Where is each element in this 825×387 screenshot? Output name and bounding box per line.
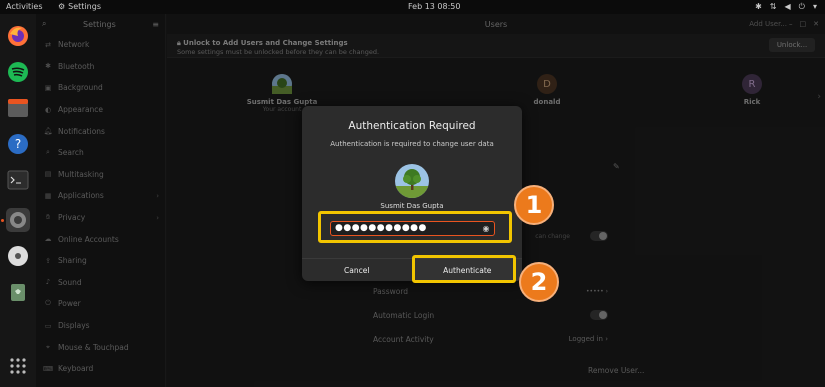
app-menu-label: Settings: [68, 2, 101, 11]
gear-icon: ⚙: [58, 2, 66, 11]
terminal-icon[interactable]: [6, 168, 30, 192]
disc-icon[interactable]: [6, 244, 30, 268]
settings-icon[interactable]: [6, 208, 30, 232]
highlight-authenticate: [412, 255, 516, 283]
dock: ?: [0, 14, 36, 387]
system-tray[interactable]: ✱ ⇅ ◀ ⏻ ▾: [755, 2, 817, 12]
help-icon[interactable]: ?: [6, 132, 30, 156]
dialog-title: Authentication Required: [348, 120, 476, 132]
power-icon: ⏻: [798, 2, 805, 11]
network-icon: ⇅: [769, 2, 777, 11]
highlight-password: [318, 211, 512, 243]
svg-text:?: ?: [15, 137, 21, 151]
top-bar: Activities ⚙ Settings Feb 13 08:50 ✱ ⇅ ◀…: [0, 0, 825, 14]
spotify-icon[interactable]: [6, 60, 30, 84]
active-indicator: [1, 219, 4, 222]
trash-icon[interactable]: [6, 280, 30, 304]
step-badge-2: 2: [519, 262, 559, 302]
user-avatar: [395, 164, 429, 198]
activities-button[interactable]: Activities: [6, 2, 43, 11]
dialog-username: Susmit Das Gupta: [380, 202, 444, 210]
clock[interactable]: Feb 13 08:50: [408, 2, 460, 11]
cancel-button[interactable]: Cancel: [302, 259, 413, 281]
files-icon[interactable]: [6, 96, 30, 120]
step-badge-1: 1: [514, 185, 554, 225]
dialog-message: Authentication is required to change use…: [330, 140, 494, 148]
chevron-down-icon: ▾: [812, 2, 817, 11]
bluetooth-icon: ✱: [755, 2, 762, 11]
volume-icon: ◀: [784, 2, 791, 11]
firefox-icon[interactable]: [6, 24, 30, 48]
app-grid-icon[interactable]: [6, 354, 30, 378]
app-menu[interactable]: ⚙ Settings: [58, 2, 101, 11]
